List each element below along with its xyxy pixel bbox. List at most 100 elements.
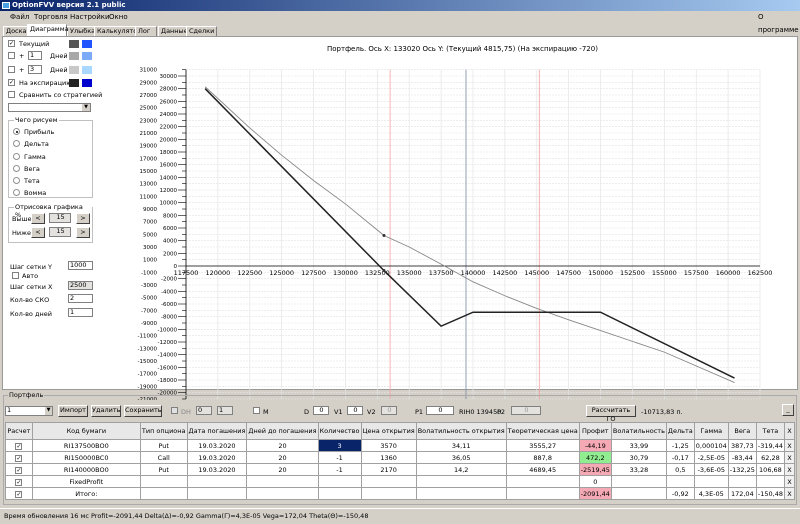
y-tick-label: -6000 <box>161 302 177 308</box>
m-checkbox[interactable] <box>253 407 260 414</box>
cell-days: 20 <box>246 439 319 452</box>
calc-checkbox[interactable]: ✓ <box>5 487 33 500</box>
column-header[interactable]: Волатильность открытия <box>415 422 507 440</box>
cell-type <box>139 475 188 488</box>
cell-open_vol: 34,11 <box>415 439 507 452</box>
dh-stepper-1[interactable]: 0 <box>196 406 212 415</box>
table-row[interactable]: ✓ FixedProfit 0 X <box>5 475 796 488</box>
table-row[interactable]: ✓ RI140000BO0 Put 19.03.2020 20 -1 2170 14,2 468… <box>5 463 796 476</box>
cell-qty[interactable]: -1 <box>317 463 362 476</box>
d-label: D <box>304 408 310 416</box>
y-tick-label: 4000 <box>163 239 177 245</box>
column-header[interactable]: Дата погашения <box>186 422 248 440</box>
cell-delta: 0,5 <box>665 463 695 476</box>
y-tick-label-outer: -15000 <box>138 359 158 365</box>
column-header[interactable]: Гамма <box>693 422 729 440</box>
y-tick-label: 16000 <box>160 163 178 169</box>
cell-code: RI137500BO0 <box>31 439 141 452</box>
dh-stepper-2[interactable]: 1 <box>217 406 233 415</box>
d-input[interactable]: 0 <box>313 406 329 415</box>
m-label: M <box>263 408 269 416</box>
import-button[interactable]: Импорт <box>58 405 88 417</box>
y-tick-label-outer: -17000 <box>138 372 158 378</box>
column-header[interactable]: Расчет <box>5 422 33 440</box>
delete-button[interactable]: Удалить <box>91 405 121 417</box>
y-tick-label: 30000 <box>160 74 178 80</box>
cell-days <box>246 475 319 488</box>
cell-code: Итого: <box>31 487 141 500</box>
remove-row-button[interactable]: X <box>783 463 796 476</box>
cell-qty[interactable] <box>317 475 362 488</box>
x-tick-label: 125000 <box>269 269 294 277</box>
column-header[interactable]: Волатильность <box>610 422 667 440</box>
y-tick-label-outer: -7000 <box>141 308 157 314</box>
column-header[interactable]: Теоретическая цена <box>505 422 580 440</box>
cell-gamma: 4,3E-05 <box>693 487 729 500</box>
x-tick-label: 127500 <box>301 269 326 277</box>
v1-input[interactable]: 0 <box>347 406 363 415</box>
y-tick-label: -8000 <box>161 315 177 321</box>
calc-checkbox[interactable]: ✓ <box>5 451 33 464</box>
payoff-chart: 117500 120000 122500 125000 127500 130000 1325… <box>138 68 773 400</box>
dh-checkbox[interactable] <box>171 407 178 414</box>
cell-code: RI150000BC0 <box>31 451 141 464</box>
cell-days: 20 <box>246 451 319 464</box>
y-tick-label: 26000 <box>160 99 178 105</box>
remove-row-button[interactable]: X <box>783 439 796 452</box>
p2-input[interactable]: 0 <box>511 406 541 415</box>
minimize-button[interactable]: _ <box>782 404 794 416</box>
cell-delta: -0,17 <box>665 451 695 464</box>
column-header[interactable]: X <box>783 422 796 440</box>
table-row[interactable]: ✓ RI137500BO0 Put 19.03.2020 20 3 3570 34,11 355… <box>5 439 796 452</box>
column-header[interactable]: Дней до погашения <box>246 422 319 440</box>
save-button[interactable]: Сохранить <box>124 405 162 417</box>
cell-code: RI140000BO0 <box>31 463 141 476</box>
cell-type: Put <box>139 439 188 452</box>
column-header[interactable]: Профит <box>578 422 612 440</box>
column-header[interactable]: Тип опциона <box>139 422 188 440</box>
current-payoff-line <box>204 86 735 383</box>
y-tick-label-outer: 1000 <box>143 258 157 264</box>
calc-checkbox[interactable]: ✓ <box>5 439 33 452</box>
x-tick-label: 140000 <box>461 269 486 277</box>
cell-type <box>139 487 188 500</box>
y-tick-label: 24000 <box>160 112 178 118</box>
remove-row-button[interactable]: X <box>783 451 796 464</box>
cell-vega: 387,73 <box>727 439 757 452</box>
column-header[interactable]: Цена открытия <box>360 422 417 440</box>
table-row[interactable]: ✓ RI150000BC0 Call 19.03.2020 20 -1 1360 36,05 8… <box>5 451 796 464</box>
y-tick-label-outer: 17000 <box>140 156 158 162</box>
cell-vega: 172,04 <box>727 487 757 500</box>
y-tick-label-outer: 5000 <box>143 232 157 238</box>
cell-qty[interactable]: 3 <box>317 439 362 452</box>
v2-input[interactable]: 0 <box>381 406 397 415</box>
cell-qty[interactable]: -1 <box>317 451 362 464</box>
x-tick-label: 162500 <box>748 269 773 277</box>
column-header[interactable]: Дельта <box>665 422 695 440</box>
x-tick-label: 157500 <box>684 269 709 277</box>
x-tick-label: 160000 <box>716 269 741 277</box>
cell-qty[interactable] <box>317 487 362 500</box>
tab-diagram[interactable]: Диаграмма <box>27 24 69 36</box>
column-header[interactable]: Количество <box>317 422 362 440</box>
remove-row-button[interactable]: X <box>783 475 796 488</box>
x-tick-label: 145000 <box>524 269 549 277</box>
column-header[interactable]: Код бумаги <box>31 422 141 440</box>
y-tick-label-outer: -3000 <box>141 283 157 289</box>
cell-profit: -2519,45 <box>578 463 612 476</box>
x-tick-label: 147500 <box>556 269 581 277</box>
table-row[interactable]: ✓ Итого: -2091,44 -0,92 4,3E-05 172,04 -150,48… <box>5 487 796 500</box>
column-header[interactable]: Тета <box>755 422 785 440</box>
cell-gamma: -3,6E-05 <box>693 463 729 476</box>
cell-theta: -150,48 <box>755 487 785 500</box>
cell-open_vol <box>415 475 507 488</box>
calc-checkbox[interactable]: ✓ <box>5 463 33 476</box>
calc-checkbox[interactable]: ✓ <box>5 475 33 488</box>
y-tick-label-outer: 25000 <box>140 106 158 112</box>
calc-go-button[interactable]: Рассчитать ГО <box>586 405 636 423</box>
column-header[interactable]: Вега <box>727 422 757 440</box>
p1-input[interactable]: 0 <box>426 406 454 415</box>
remove-row-button[interactable]: X <box>783 487 796 500</box>
y-tick-label: 14000 <box>160 175 178 181</box>
y-tick-label: -14000 <box>158 353 178 359</box>
